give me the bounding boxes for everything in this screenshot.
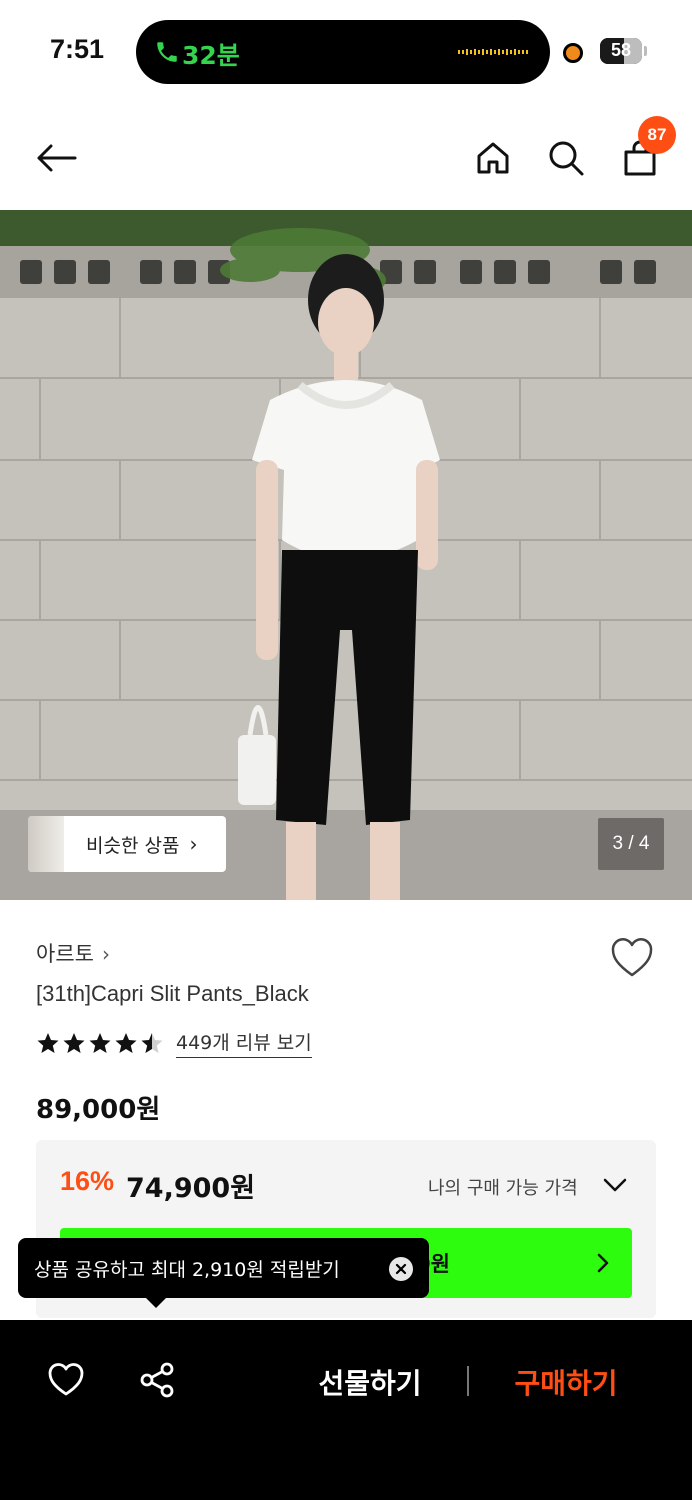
chevron-right-icon: › xyxy=(189,832,198,856)
similar-product-thumbnail xyxy=(28,816,64,872)
dynamic-island-call[interactable]: 32분 xyxy=(136,20,550,84)
star-half-icon xyxy=(141,1033,163,1053)
reviews-link[interactable]: 449개 리뷰 보기 xyxy=(176,1028,312,1058)
original-price: 89,000원 xyxy=(36,1095,161,1125)
top-navigation xyxy=(0,110,692,206)
sale-price: 74,900원 xyxy=(126,1173,256,1204)
rating-stars xyxy=(36,1031,164,1055)
product-name: [31th]Capri Slit Pants_Black xyxy=(36,981,309,1006)
share-icon[interactable] xyxy=(138,1360,178,1400)
share-reward-tooltip: 상품 공유하고 최대 2,910원 적립받기 xyxy=(18,1238,429,1298)
tooltip-pointer xyxy=(146,1298,166,1308)
brand-link[interactable]: 아르토 › xyxy=(36,938,110,968)
heart-icon[interactable] xyxy=(46,1360,86,1400)
search-button[interactable] xyxy=(536,110,596,206)
call-duration: 32분 xyxy=(182,41,240,70)
cart-count-badge: 87 xyxy=(638,116,676,154)
back-button[interactable] xyxy=(26,110,86,206)
chevron-right-icon xyxy=(597,1253,609,1273)
home-icon xyxy=(477,142,509,174)
recording-indicator-icon xyxy=(563,43,583,63)
chevron-right-icon: › xyxy=(101,942,110,966)
phone-call-icon xyxy=(157,42,177,62)
home-button[interactable] xyxy=(463,110,523,206)
tooltip-close-button[interactable] xyxy=(389,1257,413,1281)
tooltip-text: 상품 공유하고 최대 2,910원 적립받기 xyxy=(34,1259,340,1281)
product-image[interactable] xyxy=(0,210,692,900)
status-bar: 7:51 32분 58 xyxy=(0,0,692,100)
my-price-toggle-label[interactable]: 나의 구매 가능 가격 xyxy=(428,1174,578,1200)
battery-tip xyxy=(644,46,647,56)
button-divider xyxy=(467,1366,469,1396)
similar-products-button[interactable]: 비슷한 상품 › xyxy=(28,816,226,872)
similar-products-label: 비슷한 상품 xyxy=(86,834,180,857)
image-page-counter: 3 / 4 xyxy=(598,818,664,870)
gift-button[interactable]: 선물하기 xyxy=(300,1362,440,1402)
status-time: 7:51 xyxy=(50,34,105,64)
back-arrow-icon xyxy=(37,144,77,172)
chevron-down-icon[interactable] xyxy=(602,1174,628,1194)
battery-icon: 58 xyxy=(600,38,642,64)
buy-button[interactable]: 구매하기 xyxy=(496,1362,636,1402)
star-full-icon xyxy=(115,1033,137,1053)
product-photo-illustration xyxy=(0,210,692,900)
bottom-action-bar: 선물하기 구매하기 xyxy=(0,1320,692,1500)
brand-name: 아르토 xyxy=(36,942,94,966)
discount-rate: 16% xyxy=(60,1166,115,1196)
close-icon xyxy=(395,1263,407,1275)
star-full-icon xyxy=(37,1033,59,1053)
audio-wave-icon xyxy=(458,49,528,55)
star-full-icon xyxy=(63,1033,85,1053)
search-icon xyxy=(549,141,584,176)
wishlist-heart-icon[interactable] xyxy=(608,934,656,982)
battery-level: 58 xyxy=(610,40,632,60)
rating-row: 449개 리뷰 보기 xyxy=(36,1028,312,1058)
star-full-icon xyxy=(89,1033,111,1053)
